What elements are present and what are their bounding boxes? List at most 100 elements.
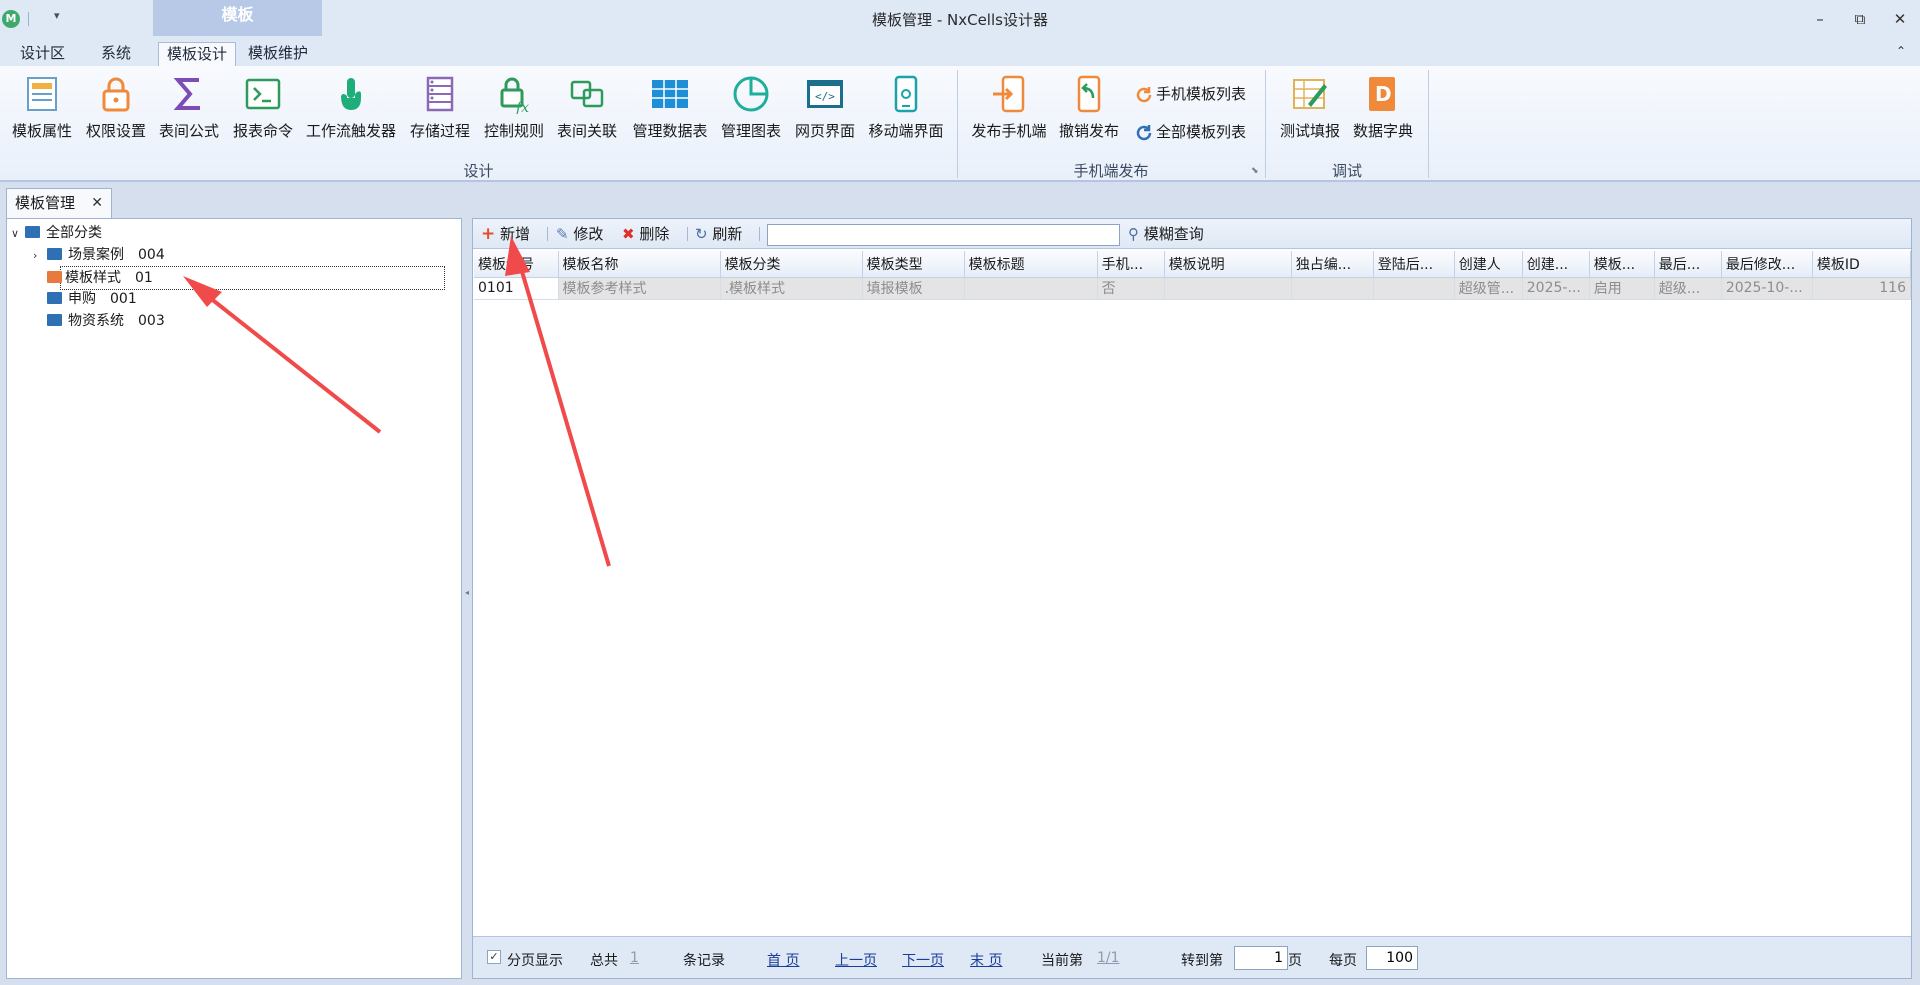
table-cell[interactable]: 116 [1812,277,1912,300]
tree-item-template-styles[interactable]: 模板样式 01 [33,266,445,290]
svg-text:D: D [1375,82,1392,106]
column-header[interactable]: 模板... [1589,251,1655,278]
column-header[interactable]: 创建... [1522,251,1590,278]
data-dictionary-button[interactable]: D 数据字典 [1350,70,1416,150]
table-row[interactable]: 0101 模板参考样式 .模板样式 填报模板 否 超级管... 2025-...… [474,277,1912,300]
column-header[interactable]: 手机... [1097,251,1165,278]
delete-button[interactable]: ✖ 删除 [622,223,669,245]
chevron-down-icon[interactable]: ∨ [11,223,25,245]
code-window-icon: </> [807,80,843,108]
tab-template-management[interactable]: 模板管理 ✕ [6,188,112,218]
page-unit-label: 页 [1288,953,1302,969]
refresh-button[interactable]: ↻ 刷新 [695,223,742,245]
add-button[interactable]: + 新增 [481,223,530,245]
column-header[interactable]: 模板标题 [964,251,1098,278]
collapse-ribbon-icon[interactable]: ⌃ [1896,44,1906,58]
tab-system[interactable]: 系统 [93,42,139,66]
column-header[interactable]: 模板类型 [862,251,965,278]
table-cell[interactable] [964,277,1098,300]
revoke-publish-button[interactable]: 撤销发布 [1056,70,1122,150]
template-properties-button[interactable]: 模板属性 [10,70,74,150]
table-cell[interactable]: 模板参考样式 [558,277,721,300]
splitter-arrow-icon[interactable]: ◂ [465,588,469,597]
folder-icon [47,314,62,326]
table-cell[interactable]: 超级... [1654,277,1722,300]
all-template-list-button[interactable]: 全部模板列表 [1134,120,1246,144]
tab-design-area[interactable]: 设计区 [12,42,73,66]
title-bar: M ▾ 模板 模板管理 - NxCells设计器 – ⧉ ✕ [0,0,1920,40]
group-launcher-icon[interactable]: ⬊ [1251,166,1259,176]
last-page-link[interactable]: 末 页 [970,950,1002,970]
app-logo-icon[interactable]: M [2,10,20,28]
goto-page-input[interactable] [1234,946,1288,970]
mobile-template-list-button[interactable]: 手机模板列表 [1134,82,1246,106]
column-header[interactable]: 模板说明 [1164,251,1292,278]
mobile-interface-button[interactable]: 移动端界面 [866,70,946,150]
template-list-panel: + 新增 ✎ 修改 ✖ 删除 ↻ 刷新 ⚲ 模糊查询 模板编号 模板名称 模板分… [472,218,1912,979]
close-tab-icon[interactable]: ✕ [91,189,103,217]
tab-template-maintenance[interactable]: 模板维护 [240,42,316,66]
permission-settings-button[interactable]: 权限设置 [83,70,149,150]
table-cell[interactable] [1373,277,1455,300]
web-interface-button[interactable]: </> 网页界面 [792,70,858,150]
table-cell[interactable]: 2025-10-... [1721,277,1813,300]
first-page-link[interactable]: 首 页 [767,950,799,970]
table-cell[interactable]: 启用 [1589,277,1655,300]
chevron-right-icon[interactable]: › [33,245,47,267]
restore-icon[interactable]: ⧉ [1845,6,1875,32]
column-header[interactable]: 模板编号 [474,251,559,278]
per-page-input[interactable] [1366,946,1418,970]
svg-text:fx: fx [515,100,529,114]
column-header[interactable]: 模板分类 [720,251,863,278]
manage-charts-button[interactable]: 管理图表 [718,70,784,150]
column-header[interactable]: 模板ID [1812,251,1912,278]
panel-splitter[interactable]: ◂ [462,218,472,979]
debug-group-label: 调试 [1331,162,1362,180]
tree-root-all-categories[interactable]: ∨ 全部分类 [11,222,102,244]
search-input[interactable] [767,224,1120,246]
publish-mobile-button[interactable]: 发布手机端 [969,70,1049,150]
test-fill-button[interactable]: 测试填报 [1276,70,1344,150]
column-header[interactable]: 最后修改... [1721,251,1813,278]
control-rules-button[interactable]: fx 控制规则 [481,70,547,150]
tree-item-materials-system[interactable]: 物资系统 003 [33,310,165,332]
prev-page-link[interactable]: 上一页 [835,950,877,970]
edit-button[interactable]: ✎ 修改 [556,223,603,245]
table-relation-button[interactable]: 表间关联 [554,70,620,150]
tab-template-design[interactable]: 模板设计 [158,42,237,66]
fuzzy-search-button[interactable]: ⚲ 模糊查询 [1128,223,1204,245]
table-cell[interactable]: 0101 [474,277,559,300]
quick-access-dropdown-icon[interactable]: ▾ [54,9,60,22]
tree-item-scene-cases[interactable]: › 场景案例 004 [33,244,165,266]
column-header[interactable]: 登陆后... [1373,251,1455,278]
minimize-icon[interactable]: – [1805,6,1835,32]
workflow-trigger-button[interactable]: 工作流触发器 [305,70,397,150]
design-group-label: 设计 [463,162,494,180]
table-cell[interactable]: 2025-... [1522,277,1590,300]
manage-data-table-button[interactable]: 管理数据表 [630,70,710,150]
stored-procedure-button[interactable]: 存储过程 [408,70,472,150]
report-command-button[interactable]: 报表命令 [231,70,295,150]
records-label: 条记录 [683,953,725,969]
table-cell[interactable]: 否 [1097,277,1165,300]
lock-icon [102,77,130,112]
group-separator [1428,70,1429,178]
folder-icon [47,292,62,304]
column-header[interactable]: 独占编... [1291,251,1374,278]
lock-function-icon: fx [500,77,529,114]
column-header[interactable]: 模板名称 [558,251,721,278]
table-cell[interactable]: 超级管... [1454,277,1523,300]
inter-table-formula-button[interactable]: 表间公式 [157,70,221,150]
table-cell[interactable]: 填报模板 [862,277,965,300]
tree-item-purchase-request[interactable]: 申购 001 [33,288,137,310]
table-cell[interactable] [1291,277,1374,300]
column-header[interactable]: 最后... [1654,251,1722,278]
column-header[interactable]: 创建人 [1454,251,1523,278]
link-boxes-icon [570,80,604,108]
table-cell[interactable] [1164,277,1292,300]
paged-display-checkbox[interactable]: ✓ [487,950,501,964]
close-window-icon[interactable]: ✕ [1885,6,1915,32]
next-page-link[interactable]: 下一页 [902,950,944,970]
folder-icon [47,248,62,260]
table-cell[interactable]: .模板样式 [720,277,863,300]
